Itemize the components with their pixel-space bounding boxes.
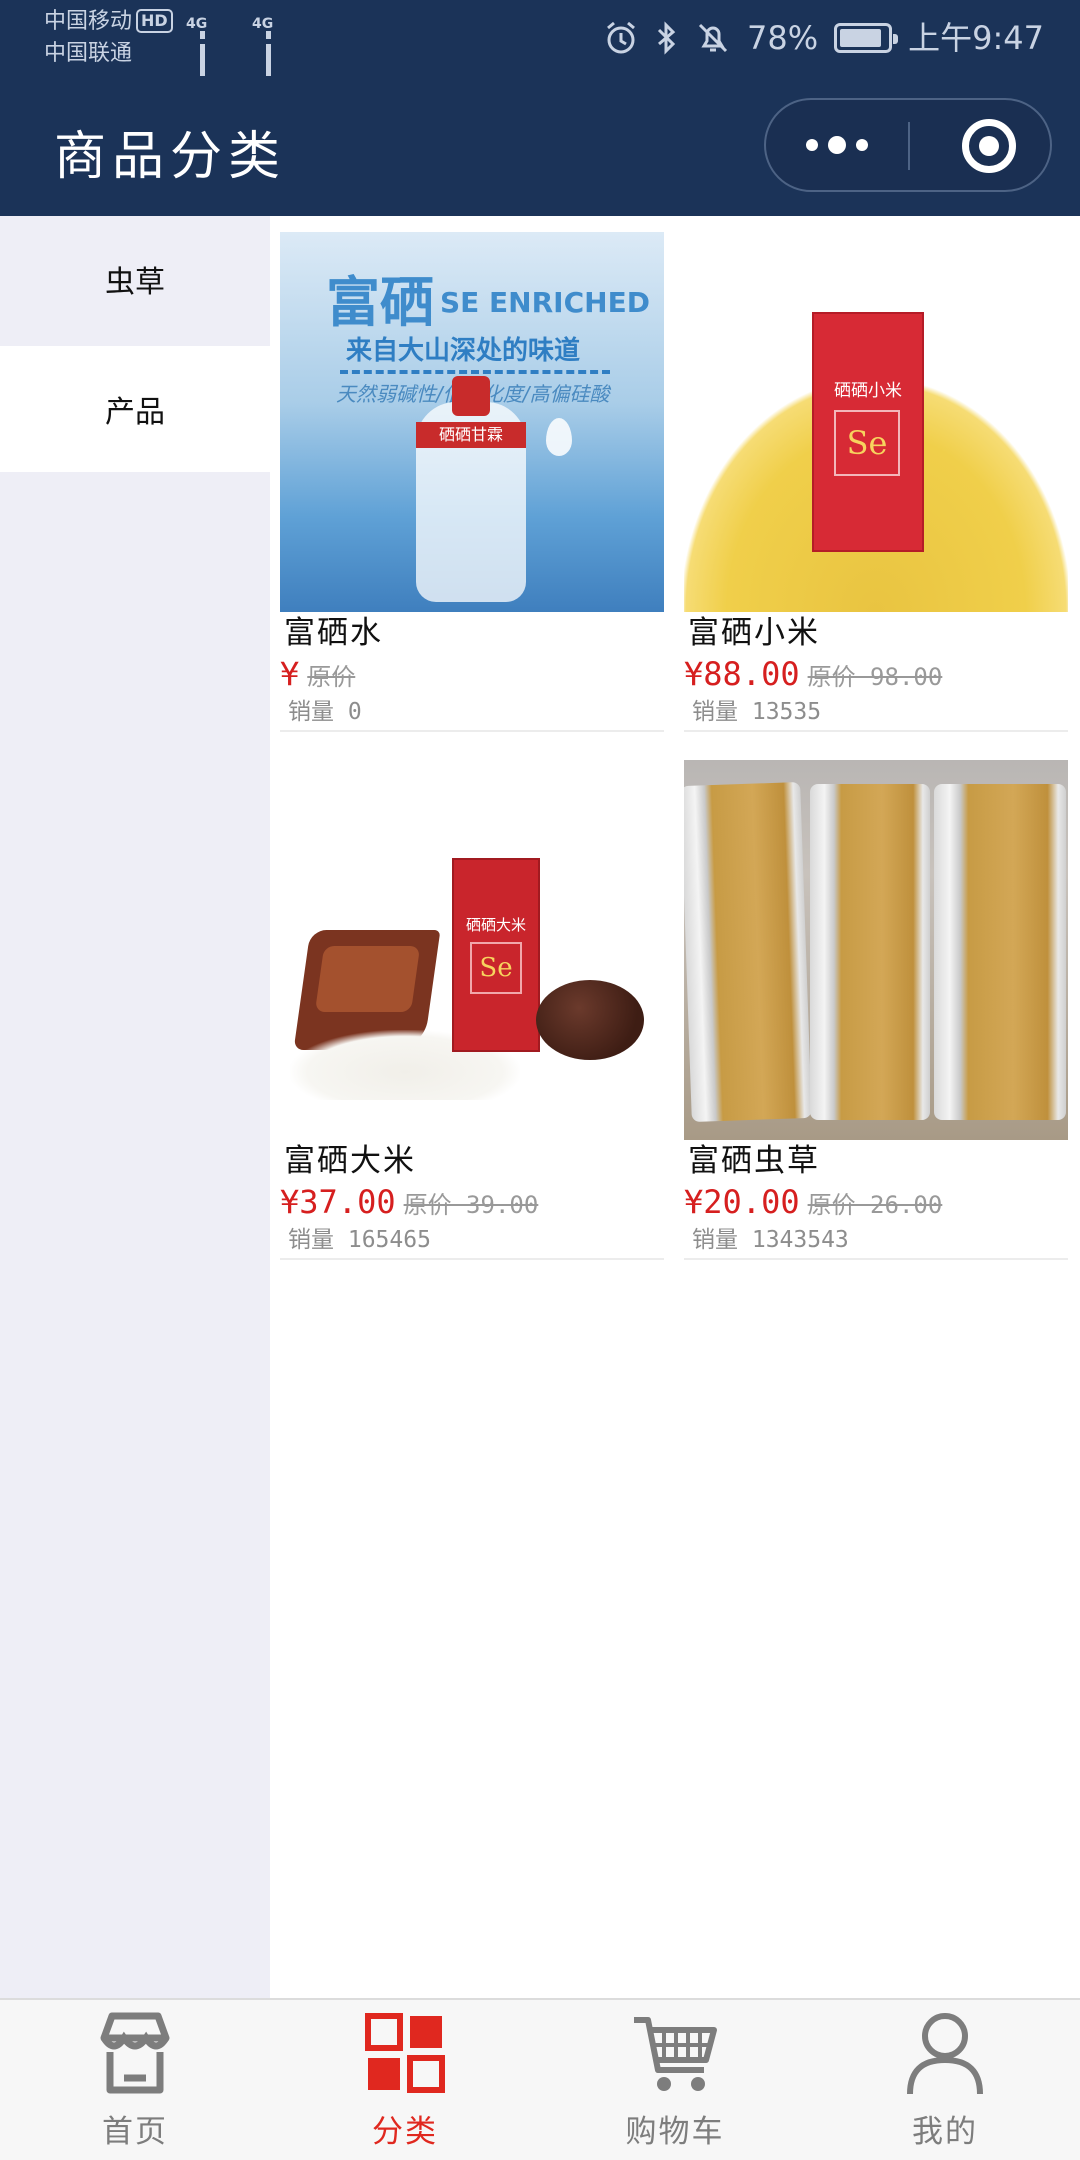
product-name: 富硒大米 (284, 1143, 416, 1179)
sidebar-item-products[interactable]: 产品 (0, 346, 270, 472)
water-drop-icon (546, 418, 572, 456)
category-sidebar: 虫草 产品 (0, 216, 270, 1998)
image-title: 富硒 (326, 270, 434, 334)
bluetooth-icon (657, 21, 676, 55)
carrier-1-label: 中国移动 (44, 9, 133, 34)
clock-time: 上午9:47 (908, 19, 1044, 57)
original-price: 原价 (307, 663, 356, 691)
sales-count: 销量 1343543 (692, 1227, 849, 1253)
original-price: 原价 39.00 (403, 1191, 539, 1219)
miniprogram-capsule (764, 98, 1052, 192)
tab-cart-label: 购物车 (625, 2114, 725, 2150)
tab-profile-label: 我的 (912, 2114, 978, 2150)
close-miniprogram-icon[interactable] (962, 119, 1016, 173)
product-card[interactable]: 富硒 SE ENRICHED 来自大山深处的味道 天然弱碱性/低矿化度/高偏硅酸… (280, 232, 664, 732)
product-card[interactable]: 硒硒大米 Se 富硒大米 ¥37.00 原价 39.00 销量 165465 (280, 760, 664, 1260)
original-price: 原价 98.00 (807, 663, 943, 691)
product-bag (934, 784, 1066, 1120)
tab-cart[interactable]: 购物车 (540, 2000, 810, 2160)
hd-badge: HD (136, 9, 173, 33)
sidebar-item-cordyceps[interactable]: 虫草 (0, 216, 270, 342)
product-box: 硒硒大米 Se (452, 858, 540, 1052)
product-name: 富硒水 (284, 615, 383, 651)
sales-count: 销量 0 (288, 699, 362, 725)
tab-home-label: 首页 (102, 2114, 168, 2150)
bottle-cap (452, 376, 490, 416)
product-price: ¥37.00 (280, 1183, 396, 1221)
carrier-2-label: 中国联通 (44, 41, 133, 66)
product-price: ¥ (280, 655, 300, 693)
price-row: ¥37.00 原价 39.00 (280, 1182, 664, 1222)
price-row: ¥ 原价 (280, 654, 664, 694)
tab-profile[interactable]: 我的 (810, 2000, 1080, 2160)
product-box: 硒硒小米 Se (812, 312, 924, 552)
image-subtitle: SE ENRICHED (440, 286, 650, 319)
nav-bar: 商品分类 (0, 76, 1080, 216)
product-bag (684, 782, 812, 1122)
mute-icon (698, 23, 728, 53)
image-slogan: 来自大山深处的味道 (346, 336, 581, 366)
user-icon (907, 2013, 983, 2095)
sales-count: 销量 13535 (692, 699, 822, 725)
product-price: ¥88.00 (684, 655, 800, 693)
capsule-divider (908, 122, 910, 170)
box-label: 硒硒小米 (834, 381, 902, 401)
bottle-label: 硒硒甘霖 (416, 422, 526, 448)
product-card[interactable]: 富硒虫草 ¥20.00 原价 26.00 销量 1343543 (684, 760, 1068, 1260)
lotus-pod (536, 980, 644, 1060)
sales-count: 销量 165465 (288, 1227, 431, 1253)
product-card[interactable]: 硒硒小米 Se 富硒小米 ¥88.00 原价 98.00 销量 13535 (684, 232, 1068, 732)
box-mark: Se (834, 410, 900, 476)
carrier-info: 中国移动 HD 中国联通 (44, 6, 173, 70)
water-bottle: 硒硒甘霖 (416, 376, 526, 602)
battery-icon (834, 23, 899, 53)
image-divider (340, 370, 610, 374)
battery-percent: 78% (747, 19, 819, 57)
product-image[interactable]: 硒硒大米 Se (280, 760, 664, 1140)
page-title: 商品分类 (54, 127, 287, 187)
cart-icon (634, 2017, 717, 2091)
more-icon[interactable] (766, 100, 908, 190)
tab-category-label: 分类 (372, 2114, 438, 2150)
price-row: ¥20.00 原价 26.00 (684, 1182, 1068, 1222)
box-mark: Se (470, 942, 522, 994)
product-price: ¥20.00 (684, 1183, 800, 1221)
tab-home[interactable]: 首页 (0, 2000, 270, 2160)
price-row: ¥88.00 原价 98.00 (684, 654, 1068, 694)
product-bag (810, 784, 930, 1120)
original-price: 原价 26.00 (807, 1191, 943, 1219)
box-label: 硒硒大米 (465, 916, 526, 934)
product-image[interactable]: 富硒 SE ENRICHED 来自大山深处的味道 天然弱碱性/低矿化度/高偏硅酸… (280, 232, 664, 612)
alarm-icon (607, 21, 635, 54)
tab-category[interactable]: 分类 (270, 2000, 540, 2160)
status-bar: 中国移动 HD 中国联通 4G 4G 78% 上午9:47 (0, 0, 1080, 136)
store-icon (100, 2012, 170, 2094)
product-name: 富硒小米 (688, 615, 820, 651)
category-grid-icon (365, 2013, 445, 2093)
product-image[interactable]: 硒硒小米 Se (684, 232, 1068, 612)
product-name: 富硒虫草 (688, 1143, 820, 1179)
status-right: 78% 上午9:47 (603, 14, 1044, 62)
bottom-tab-bar: 首页 分类 购物车 我的 (0, 1998, 1080, 2160)
product-image[interactable] (684, 760, 1068, 1140)
